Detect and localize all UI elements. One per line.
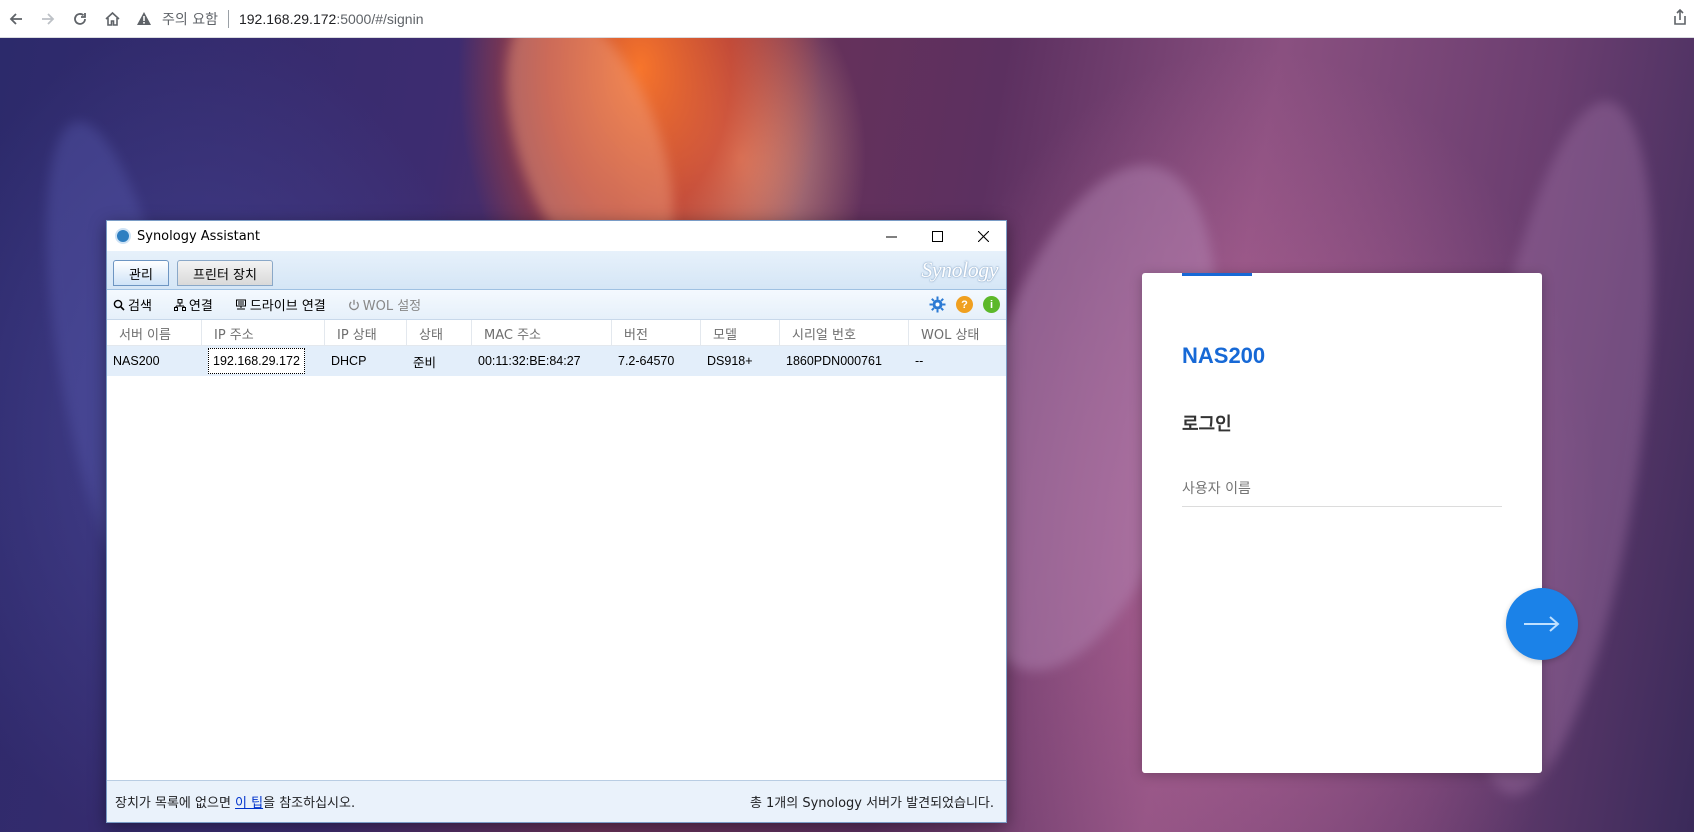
network-icon	[173, 298, 186, 311]
synology-assistant-window: Synology Assistant 관리 프린터 장치 Synology 검색…	[106, 220, 1007, 823]
window-title: Synology Assistant	[137, 228, 261, 244]
arrow-right-icon	[1524, 616, 1560, 632]
close-button[interactable]	[960, 221, 1006, 251]
toolbar-right-icons: ? i	[929, 296, 1000, 317]
col-version[interactable]: 버전	[612, 320, 701, 346]
status-bar: 장치가 목록에 없으면 이 팁을 참조하십시오. 총 1개의 Synology …	[107, 780, 1006, 822]
cell-status: 준비	[413, 355, 437, 370]
cell-ip-value: 192.168.29.172	[208, 348, 305, 374]
connect-label: 연결	[188, 299, 213, 314]
login-card: NAS200 로그인	[1142, 273, 1542, 773]
url-host: 192.168.29.172	[238, 10, 337, 27]
col-ip-address[interactable]: IP 주소	[202, 320, 325, 346]
cell-mac-address: 00:11:32:BE:84:27	[478, 354, 581, 368]
table-header: 서버 이름 IP 주소 IP 상태 상태 MAC 주소 버전 모델 시리얼 번호…	[107, 320, 1006, 346]
search-label: 검색	[128, 299, 152, 314]
table-row[interactable]: NAS200 192.168.29.172 DHCP 준비 00:11:32:B…	[107, 346, 1006, 376]
reload-button[interactable]	[64, 3, 96, 35]
cell-server-name: NAS200	[113, 354, 160, 368]
back-button[interactable]	[0, 3, 32, 35]
warning-icon[interactable]	[134, 11, 154, 26]
col-mac-address[interactable]: MAC 주소	[472, 320, 612, 346]
server-table: 서버 이름 IP 주소 IP 상태 상태 MAC 주소 버전 모델 시리얼 번호…	[107, 320, 1006, 376]
drive-icon	[235, 299, 246, 309]
map-drive-label: 드라이브 연결	[249, 299, 326, 314]
home-icon	[104, 11, 120, 26]
login-title: 로그인	[1182, 414, 1232, 435]
status-hint-after: 을 참조하십시오.	[263, 796, 356, 811]
col-status[interactable]: 상태	[407, 320, 472, 346]
login-host-name: NAS200	[1182, 343, 1266, 368]
maximize-icon	[931, 230, 943, 242]
reload-icon	[74, 12, 86, 25]
status-hint-before: 장치가 목록에 없으면	[115, 796, 236, 811]
tab-management[interactable]: 관리	[113, 260, 169, 286]
synology-assistant-icon	[115, 228, 131, 244]
login-accent-bar	[1182, 273, 1252, 276]
synology-logo: Synology	[921, 257, 998, 282]
status-hint: 장치가 목록에 없으면 이 팁을 참조하십시오.	[115, 792, 355, 811]
tip-link[interactable]: 이 팁	[235, 796, 263, 811]
col-wol-status[interactable]: WOL 상태	[909, 320, 1006, 346]
tab-printer-devices[interactable]: 프린터 장치	[177, 260, 273, 286]
wol-settings-label: WOL 설정	[362, 299, 422, 314]
tab-strip: 관리 프린터 장치 Synology	[107, 251, 1006, 290]
cell-wol-status: --	[915, 354, 924, 368]
search-icon	[113, 299, 125, 311]
window-controls	[868, 221, 1006, 251]
username-input[interactable]	[1182, 471, 1502, 507]
minimize-button[interactable]	[868, 221, 914, 251]
maximize-button[interactable]	[914, 221, 960, 251]
found-count-text: 총 1개의 Synology 서버가 발견되었습니다.	[749, 796, 994, 811]
login-submit-button[interactable]	[1506, 588, 1578, 660]
cell-serial-number: 1860PDN000761	[786, 354, 882, 368]
home-button[interactable]	[96, 3, 128, 35]
cell-ip-status: DHCP	[331, 354, 367, 368]
url-text[interactable]: 192.168.29.172:5000/#/signin	[239, 11, 424, 27]
settings-gear-icon[interactable]	[929, 296, 946, 317]
back-arrow-icon	[9, 12, 22, 25]
address-separator	[227, 9, 229, 28]
connect-button[interactable]: 연결	[173, 295, 213, 314]
window-titlebar[interactable]: Synology Assistant	[107, 221, 1006, 251]
col-model[interactable]: 모델	[701, 320, 780, 346]
security-warning-text[interactable]: 주의 요함	[162, 9, 218, 29]
wol-settings-button[interactable]: WOL 설정	[348, 295, 421, 314]
forward-button[interactable]	[32, 3, 64, 35]
power-icon	[348, 299, 359, 310]
cell-ip-address[interactable]: 192.168.29.172	[202, 346, 325, 376]
browser-toolbar: 주의 요함 192.168.29.172:5000/#/signin	[0, 0, 1694, 38]
minimize-icon	[885, 236, 897, 237]
cell-version: 7.2-64570	[618, 354, 675, 368]
map-drive-button[interactable]: 드라이브 연결	[235, 295, 326, 314]
search-button[interactable]: 검색	[113, 295, 152, 314]
col-server-name[interactable]: 서버 이름	[107, 320, 202, 346]
cell-model: DS918+	[707, 354, 753, 368]
forward-arrow-icon	[42, 12, 55, 25]
col-serial-number[interactable]: 시리얼 번호	[780, 320, 909, 346]
col-ip-status[interactable]: IP 상태	[325, 320, 407, 346]
url-path: :5000/#/signin	[336, 10, 424, 27]
share-icon[interactable]	[1672, 8, 1688, 30]
help-icon[interactable]: ?	[956, 296, 973, 313]
info-icon[interactable]: i	[983, 296, 1000, 313]
close-icon	[977, 230, 989, 242]
toolbar: 검색 연결 드라이브 연결 WOL 설정 ? i	[107, 290, 1006, 320]
address-bar[interactable]: 주의 요함 192.168.29.172:5000/#/signin	[134, 4, 1694, 34]
